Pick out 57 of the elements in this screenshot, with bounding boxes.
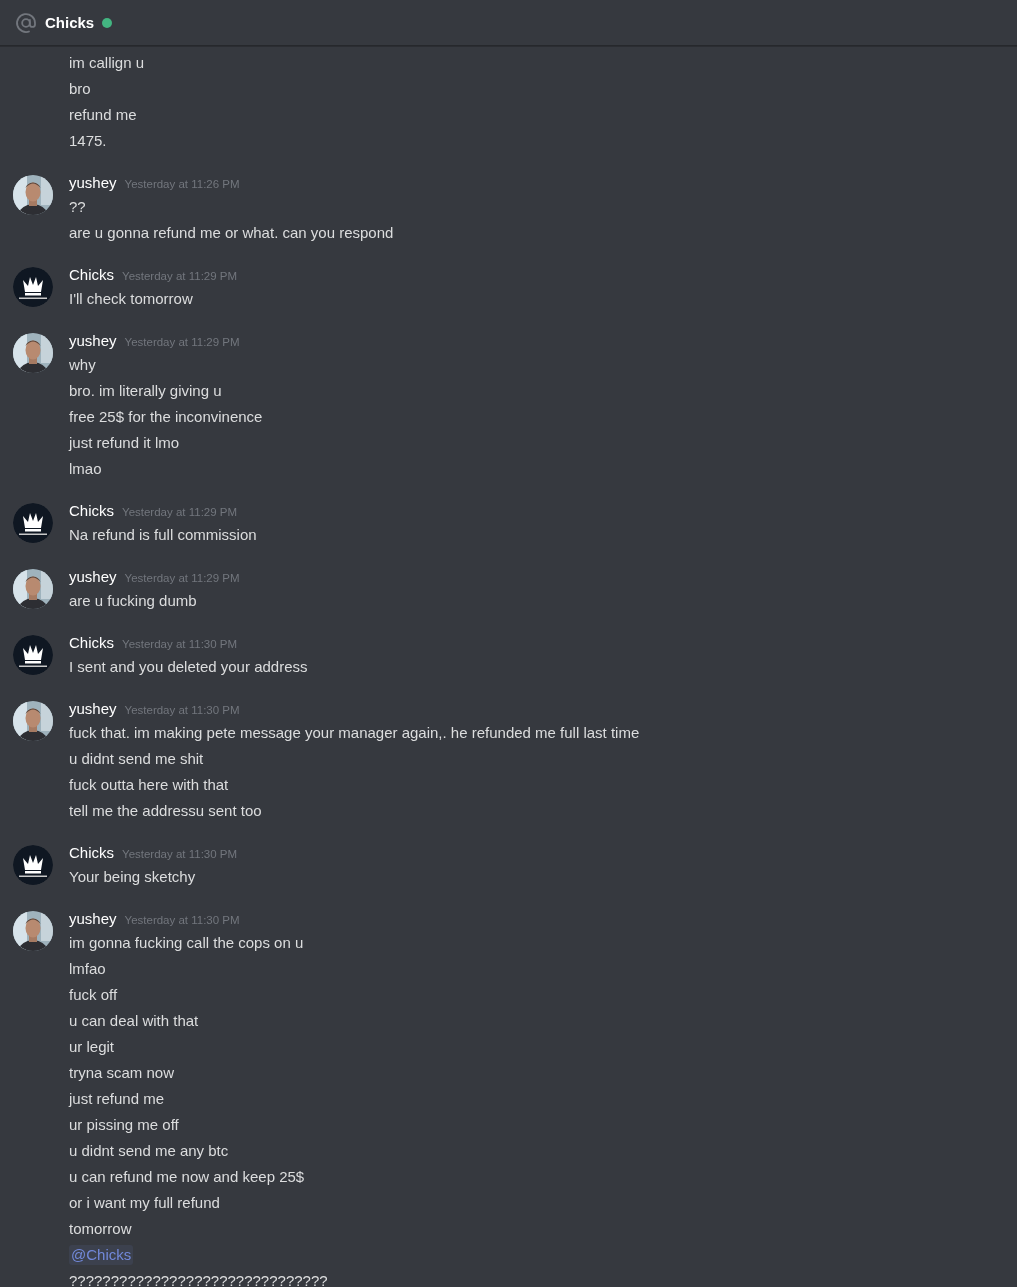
username[interactable]: yushey — [69, 910, 117, 927]
message-text: ?? — [69, 197, 86, 217]
message-text: ur legit — [69, 1037, 115, 1057]
message-text: fuck off — [69, 985, 118, 1005]
message-text: lmao — [69, 459, 102, 479]
message-text: tomorrow — [69, 1219, 132, 1239]
channel-title: Chicks — [45, 14, 95, 31]
username[interactable]: yushey — [69, 332, 117, 349]
timestamp: Yesterday at 11:30 PM — [122, 638, 238, 650]
message-text: tryna scam now — [69, 1063, 175, 1083]
username[interactable]: Chicks — [69, 502, 114, 519]
username[interactable]: yushey — [69, 568, 117, 585]
username[interactable]: yushey — [69, 174, 117, 191]
message-text: ur pissing me off — [69, 1115, 179, 1135]
crown-logo-icon — [13, 845, 53, 885]
crown-logo-icon — [13, 267, 53, 307]
message-text: just refund me — [69, 1089, 165, 1109]
message-text: u can deal with that — [69, 1011, 199, 1031]
message-text: u didnt send me shit — [69, 749, 204, 769]
username[interactable]: Chicks — [69, 634, 114, 651]
username[interactable]: Chicks — [69, 844, 114, 861]
message-text: fuck that. im making pete message your manager again,. he refunded me full last time — [69, 723, 640, 743]
message-text: refund me — [69, 105, 137, 125]
message-text: Na refund is full commission — [69, 525, 257, 545]
timestamp: Yesterday at 11:30 PM — [122, 848, 238, 860]
message-text: Your being sketchy — [69, 867, 196, 887]
username[interactable]: Chicks — [69, 266, 114, 283]
message-text: tell me the addressu sent too — [69, 801, 262, 821]
message-text: are u fucking dumb — [69, 591, 197, 611]
message-text: u didnt send me any btc — [69, 1141, 229, 1161]
message-text: free 25$ for the inconvinence — [69, 407, 263, 427]
timestamp: Yesterday at 11:29 PM — [122, 506, 238, 518]
timestamp: Yesterday at 11:29 PM — [122, 270, 238, 282]
message-text: u can refund me now and keep 25$ — [69, 1167, 305, 1187]
mention-icon — [15, 11, 37, 34]
timestamp: Yesterday at 11:26 PM — [124, 178, 240, 190]
timestamp: Yesterday at 11:30 PM — [124, 914, 240, 926]
message-text: I sent and you deleted your address — [69, 657, 308, 677]
message-text: ??????????????????????????????? — [69, 1271, 328, 1287]
message-text: or i want my full refund — [69, 1193, 220, 1213]
message-text: are u gonna refund me or what. can you respond — [69, 223, 394, 243]
message-text: fuck outta here with that — [69, 775, 229, 795]
timestamp: Yesterday at 11:30 PM — [124, 704, 240, 716]
message-text: im callign u — [69, 53, 145, 73]
username[interactable]: yushey — [69, 700, 117, 717]
message-text: why — [69, 355, 96, 375]
message-text: lmfao — [69, 959, 106, 979]
timestamp: Yesterday at 11:29 PM — [124, 336, 240, 348]
message-text: bro — [69, 79, 91, 99]
message-text: just refund it lmo — [69, 433, 180, 453]
timestamp: Yesterday at 11:29 PM — [124, 572, 240, 584]
message-text: im gonna fucking call the cops on u — [69, 933, 304, 953]
message-text: 1475. — [69, 131, 107, 151]
message-text: I'll check tomorrow — [69, 289, 193, 309]
crown-logo-icon — [13, 503, 53, 543]
message-text: bro. im literally giving u — [69, 381, 222, 401]
crown-logo-icon — [13, 635, 53, 675]
